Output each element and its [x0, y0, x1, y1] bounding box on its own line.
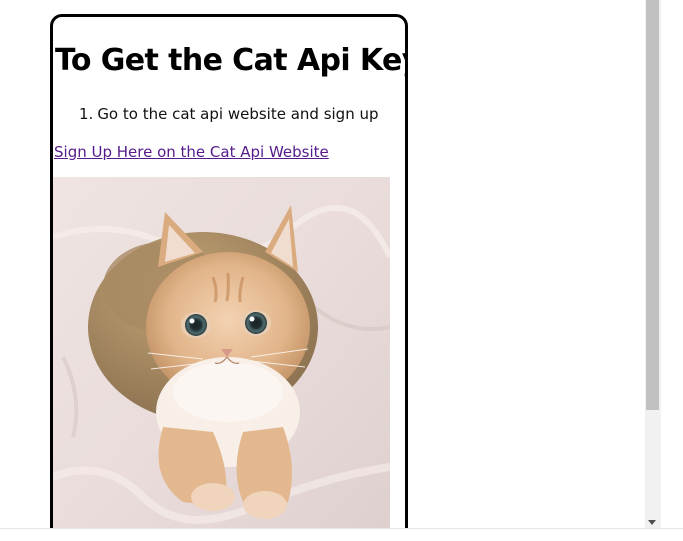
steps-list: 1. Go to the cat api website and sign up [79, 105, 379, 123]
vertical-scrollbar[interactable] [645, 0, 661, 528]
list-item: 1. Go to the cat api website and sign up [79, 105, 379, 123]
step-text: Go to the cat api website and sign up [97, 105, 379, 123]
browser-viewport: To Get the Cat Api Key 1. Go to the cat a… [0, 0, 645, 528]
cat-photo [53, 177, 390, 528]
instruction-card: To Get the Cat Api Key 1. Go to the cat a… [50, 14, 408, 528]
scroll-thumb[interactable] [646, 0, 659, 410]
window-bottom-edge [0, 528, 683, 541]
step-number: 1. [79, 105, 94, 123]
triangle-down-icon[interactable] [648, 520, 656, 525]
signup-link[interactable]: Sign Up Here on the Cat Api Website [54, 143, 329, 161]
page-title: To Get the Cat Api Key [55, 43, 408, 78]
